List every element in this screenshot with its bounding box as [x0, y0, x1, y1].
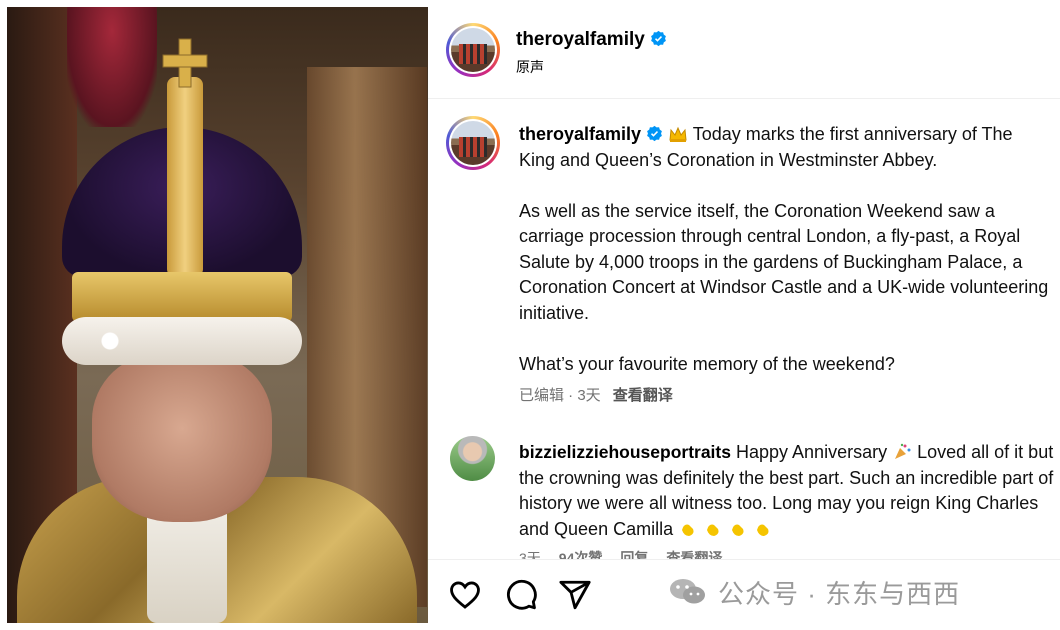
- caption-avatar[interactable]: [446, 116, 500, 170]
- comment-time: 3天: [519, 550, 541, 559]
- post-meta: 已编辑 · 3天 查看翻译: [519, 384, 673, 405]
- ermine-trim: [62, 317, 302, 365]
- background-drape: [67, 7, 157, 127]
- clap-emoji-icon: [707, 524, 719, 536]
- comment-likes[interactable]: 94次赞: [559, 550, 603, 559]
- clap-emoji-icon: [757, 524, 769, 536]
- post-header: theroyalfamily 原声: [428, 0, 1060, 99]
- face: [92, 352, 272, 522]
- avatar[interactable]: [446, 23, 500, 77]
- comment-text-1: Happy Anniversary: [736, 442, 888, 462]
- comment-username[interactable]: bizzielizziehouseportraits: [519, 442, 731, 462]
- verified-badge-icon: [647, 125, 662, 142]
- heart-icon[interactable]: [448, 578, 482, 612]
- comment: bizzielizziehouseportraits Happy Anniver…: [519, 440, 1054, 542]
- caption-paragraph-3: What’s your favourite memory of the week…: [519, 353, 895, 374]
- crown-band: [72, 272, 292, 322]
- post-body: theroyalfamily Today marks the first ann…: [428, 100, 1060, 559]
- header-username[interactable]: theroyalfamily: [516, 29, 667, 51]
- party-popper-icon: [895, 443, 911, 459]
- comment-icon[interactable]: [504, 578, 538, 612]
- caption-username[interactable]: theroyalfamily: [519, 124, 663, 144]
- comment-meta: 3天 94次赞 回复 查看翻译: [519, 548, 740, 559]
- watermark: 公众号 · 东东与西西: [670, 574, 961, 611]
- audio-label[interactable]: 原声: [516, 57, 544, 77]
- post-panel: theroyalfamily 原声 theroyalfamily Today m…: [428, 0, 1060, 630]
- edited-time: 已编辑 · 3天: [519, 387, 601, 404]
- wechat-logo-icon: [670, 579, 705, 604]
- clap-emoji-icon: [732, 524, 744, 536]
- action-bar: 公众号 · 东东与西西: [428, 559, 1060, 630]
- clap-emoji-icon: [682, 524, 694, 536]
- comment-translate-link[interactable]: 查看翻译: [666, 550, 722, 559]
- crown-arch: [167, 77, 203, 277]
- post-media[interactable]: [7, 7, 428, 623]
- verified-badge-icon: [650, 30, 666, 47]
- watermark-text: 公众号 · 东东与西西: [718, 579, 961, 609]
- crown-emoji-icon: [669, 126, 687, 142]
- caption: theroyalfamily Today marks the first ann…: [519, 122, 1049, 403]
- see-translation-link[interactable]: 查看翻译: [613, 387, 673, 404]
- comment-avatar[interactable]: [450, 436, 495, 481]
- reply-button[interactable]: 回复: [620, 550, 648, 559]
- share-icon[interactable]: [558, 578, 592, 612]
- caption-paragraph-2: As well as the service itself, the Coron…: [519, 200, 1049, 323]
- crown-cross: [162, 38, 208, 88]
